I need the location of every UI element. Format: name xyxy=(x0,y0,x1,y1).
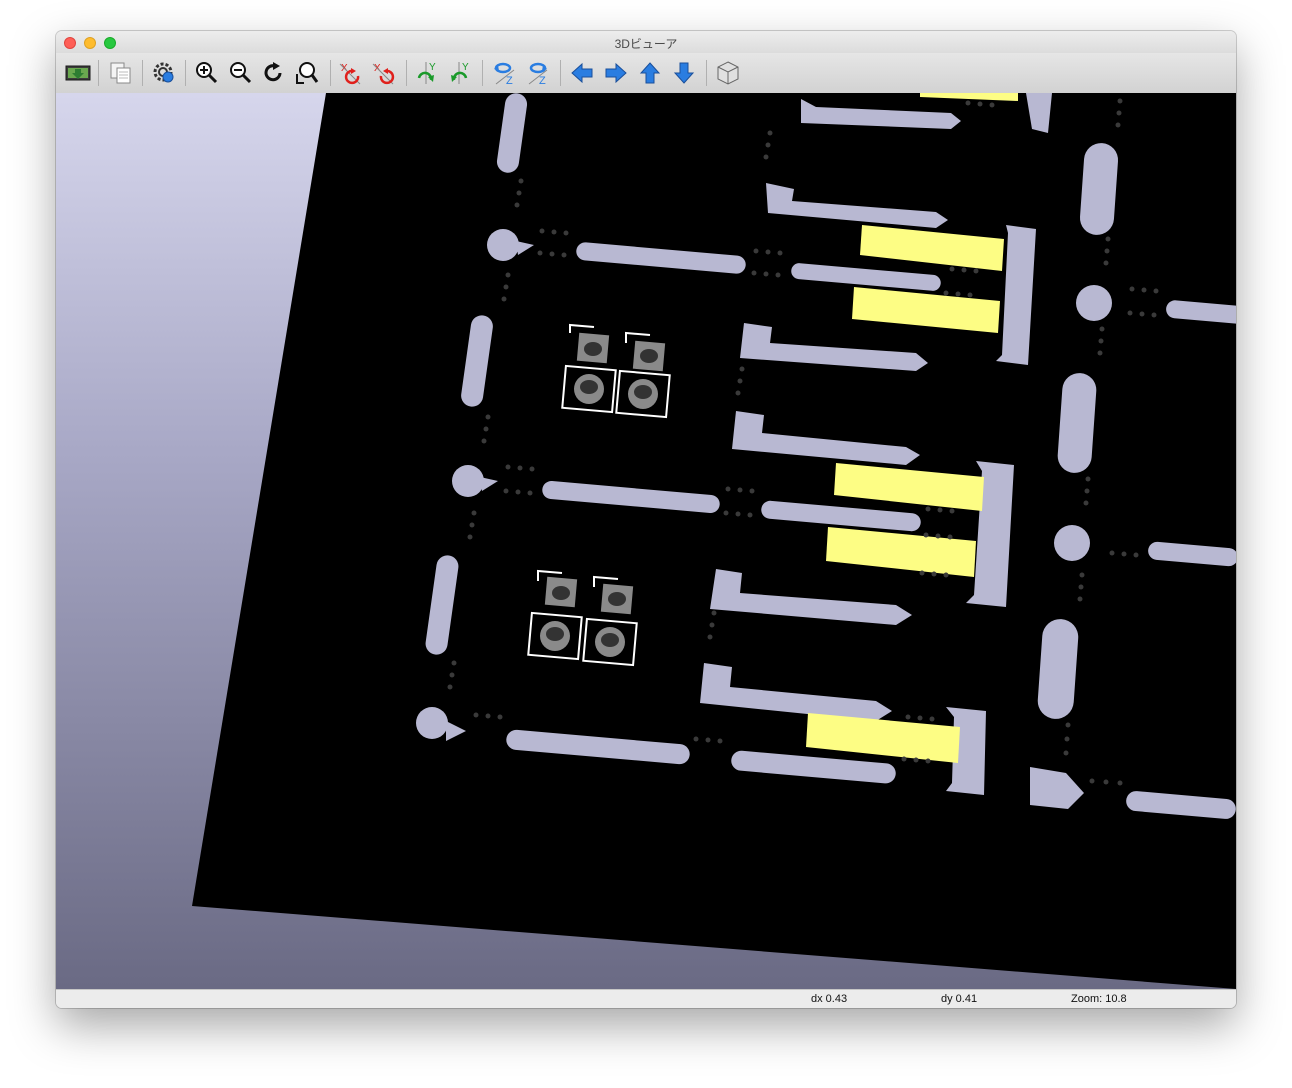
rotate-x-ccw-button[interactable]: X xyxy=(369,58,399,88)
settings-button[interactable] xyxy=(149,58,179,88)
viewer-window: 3Dビューア Y Y Z Z dx 0.43 dy 0.41 Zoom: 10.… xyxy=(56,31,1236,1008)
gear-icon xyxy=(153,62,174,83)
svg-text:Z: Z xyxy=(506,75,513,86)
move-up-button[interactable] xyxy=(635,58,665,88)
arrow-left-icon xyxy=(571,62,593,84)
zoom-in-button[interactable] xyxy=(192,58,222,88)
redraw-button[interactable] xyxy=(259,58,289,88)
toolbar: X X Y xyxy=(56,53,1236,94)
zoom-out-button[interactable] xyxy=(226,58,256,88)
rotate-z-cw-button[interactable]: Z xyxy=(490,58,520,88)
cube-icon xyxy=(717,61,739,85)
svg-text:Z: Z xyxy=(539,75,546,86)
3d-viewport[interactable] xyxy=(56,93,1236,989)
copy-image-button[interactable] xyxy=(106,58,136,88)
pcb-render xyxy=(192,93,1236,989)
move-left-button[interactable] xyxy=(567,58,597,88)
svg-text:Y: Y xyxy=(462,62,469,73)
svg-text:Y: Y xyxy=(429,62,436,73)
reload-board-button[interactable] xyxy=(63,58,93,88)
rotate-y-icon: Y xyxy=(417,62,436,84)
title-bar[interactable]: 3Dビューア xyxy=(56,31,1236,53)
rotate-y-cw-button[interactable]: Y xyxy=(412,58,442,88)
rotate-x-cw-button[interactable]: X xyxy=(336,58,366,88)
status-zoom: Zoom: 10.8 xyxy=(1071,993,1127,1005)
window-title: 3Dビューア xyxy=(614,37,678,51)
status-dx: dx 0.43 xyxy=(811,993,848,1005)
zoom-in-icon xyxy=(196,62,218,84)
move-down-button[interactable] xyxy=(669,58,699,88)
copy-icon xyxy=(110,62,131,84)
rotate-z-ccw-button[interactable]: Z xyxy=(523,58,553,88)
arrow-down-icon xyxy=(673,62,695,84)
reload-board-icon xyxy=(65,65,91,81)
toggle-projection-button[interactable] xyxy=(713,58,743,88)
rotate-y-ccw-button[interactable]: Y xyxy=(445,58,475,88)
rotate-y-icon: Y xyxy=(451,62,469,84)
refresh-icon xyxy=(264,62,282,82)
arrow-up-icon xyxy=(639,62,661,84)
move-right-button[interactable] xyxy=(601,58,631,88)
status-bar: dx 0.43 dy 0.41 Zoom: 10.8 xyxy=(56,989,1236,1008)
rotate-x-icon: X xyxy=(339,63,361,85)
arrow-right-icon xyxy=(605,62,627,84)
zoom-out-icon xyxy=(230,62,252,84)
rotate-z-icon: Z xyxy=(528,62,548,86)
rotate-z-icon: Z xyxy=(494,62,515,86)
zoom-fit-icon xyxy=(296,62,319,84)
rotate-x-icon: X xyxy=(372,63,395,85)
zoom-fit-button[interactable] xyxy=(292,58,322,88)
status-dy: dy 0.41 xyxy=(941,993,978,1005)
